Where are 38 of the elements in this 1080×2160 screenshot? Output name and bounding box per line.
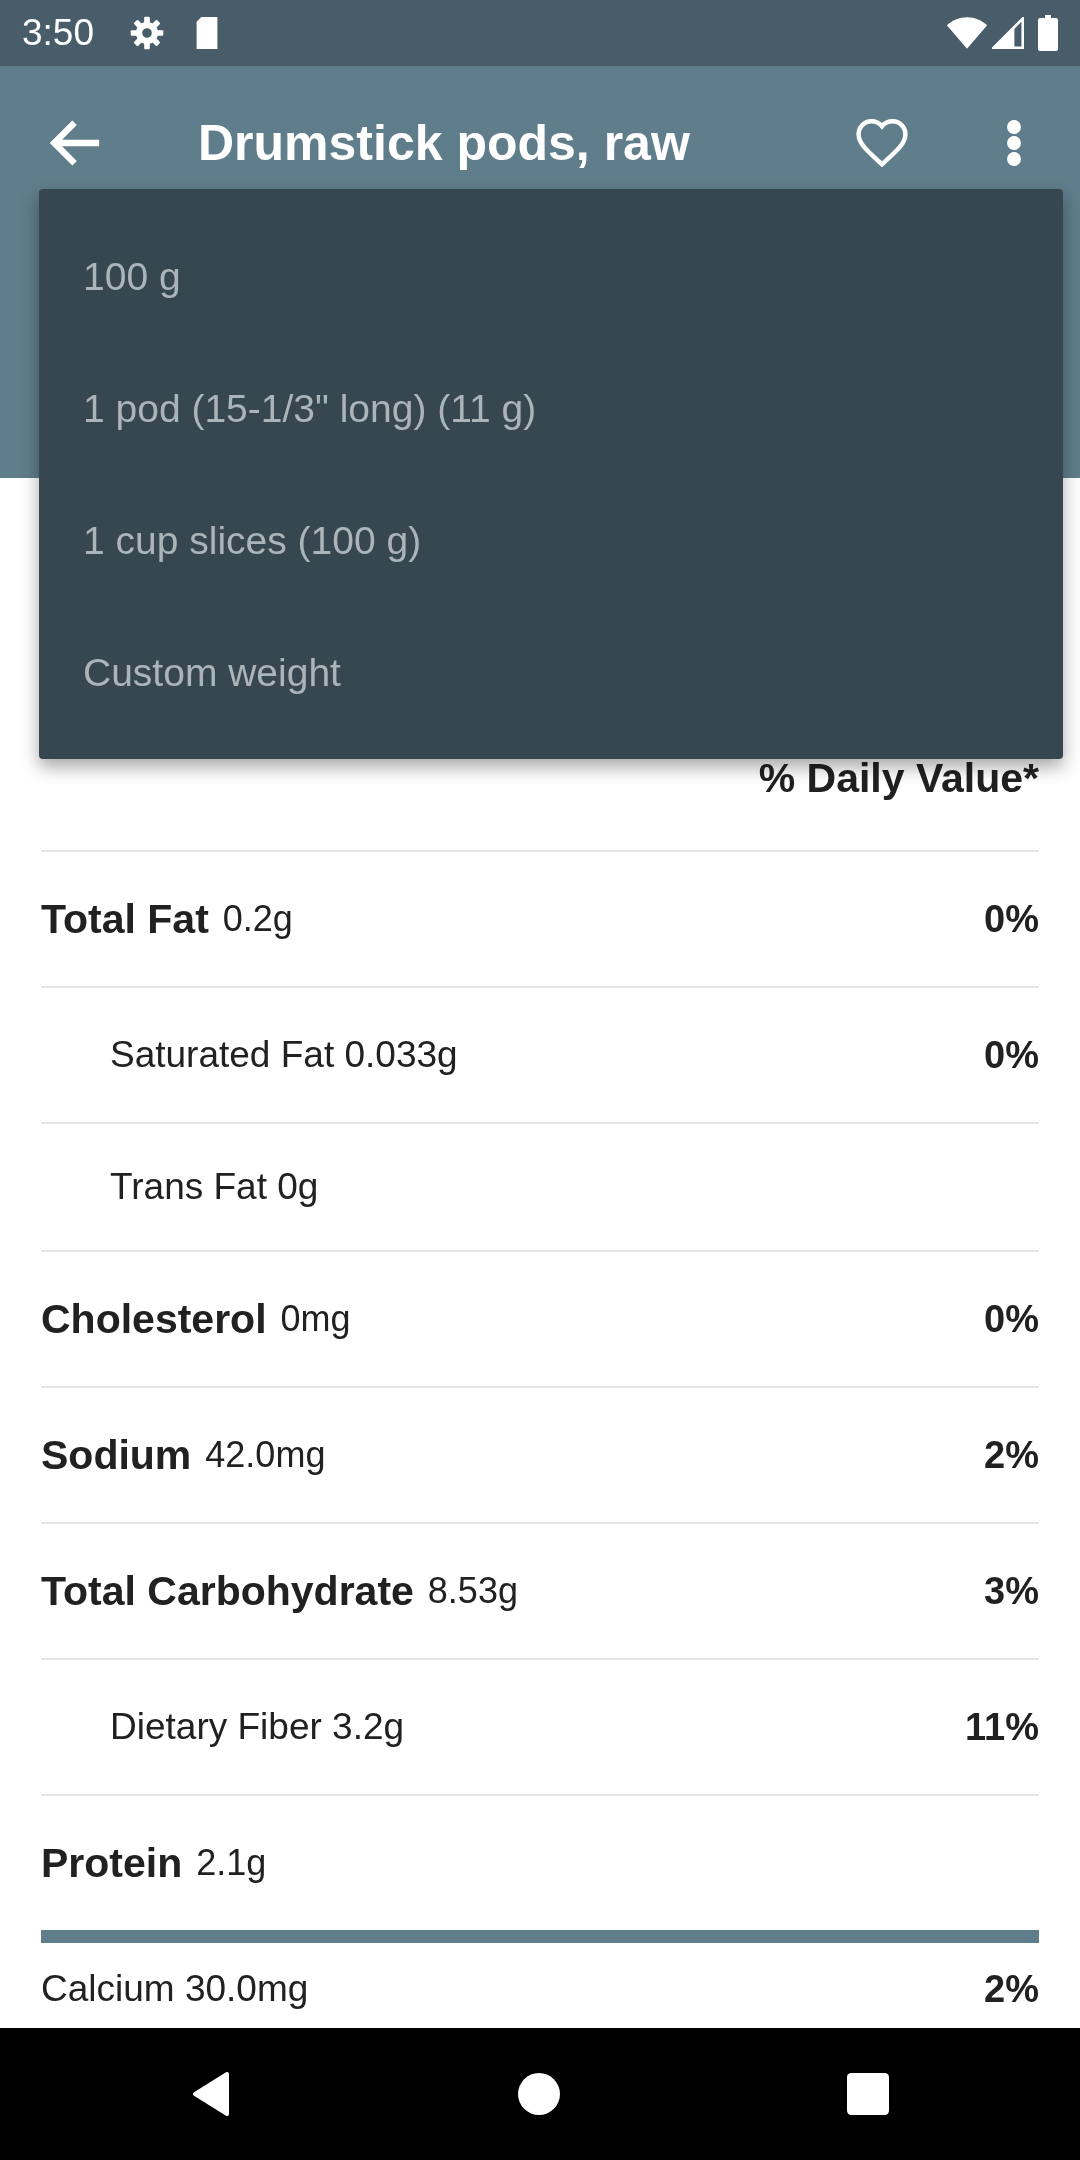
back-icon[interactable] xyxy=(191,2071,232,2117)
nutrient-amount: 0mg xyxy=(280,1299,351,1339)
sd-card-icon xyxy=(194,17,220,49)
nutrient-amount: 42.0mg xyxy=(205,1435,326,1475)
menu-item[interactable]: 100 g xyxy=(39,211,1063,343)
daily-value-percent: 0% xyxy=(984,897,1039,942)
home-icon[interactable] xyxy=(518,2073,560,2115)
daily-value-percent: 2% xyxy=(984,1433,1039,1478)
nutrient-amount: 0.2g xyxy=(222,899,293,939)
daily-value-percent: 11% xyxy=(965,1705,1039,1750)
signal-icon xyxy=(992,17,1024,49)
daily-value-header: % Daily Value* xyxy=(758,754,1039,802)
menu-item[interactable]: 1 pod (15-1/3" long) (11 g) xyxy=(39,343,1063,475)
screen-title: Drumstick pods, raw xyxy=(198,114,690,172)
nutrient-name: Cholesterol xyxy=(41,1295,267,1343)
nutrient-name: Sodium xyxy=(41,1431,192,1479)
gear-icon xyxy=(130,16,164,50)
wifi-icon xyxy=(946,17,988,49)
daily-value-percent: 0% xyxy=(984,1033,1039,1078)
daily-value-percent: 3% xyxy=(984,1569,1039,1614)
daily-value-percent: 2% xyxy=(984,1969,1039,2009)
nutrient-label: Trans Fat 0g xyxy=(110,1167,319,1207)
nutrient-amount: 2.1g xyxy=(196,1843,267,1883)
dots-menu-icon[interactable] xyxy=(1006,119,1022,167)
recents-icon[interactable] xyxy=(846,2073,889,2115)
daily-value-percent: 0% xyxy=(984,1297,1039,1342)
status-time: 3:50 xyxy=(22,12,94,54)
nutrient-amount: 8.53g xyxy=(427,1571,518,1611)
battery-icon xyxy=(1038,15,1058,51)
nutrient-label: Calcium 30.0mg xyxy=(41,1969,309,2009)
nutrient-label: Dietary Fiber 3.2g xyxy=(110,1707,405,1747)
menu-item[interactable]: Custom weight xyxy=(39,607,1063,739)
nutrient-name: Total Carbohydrate xyxy=(41,1567,414,1615)
menu-item[interactable]: 1 cup slices (100 g) xyxy=(39,475,1063,607)
nutrient-label: Saturated Fat 0.033g xyxy=(110,1035,458,1075)
nutrient-name: Protein xyxy=(41,1839,183,1887)
heart-icon[interactable] xyxy=(855,119,909,167)
nutrient-name: Total Fat xyxy=(41,895,209,943)
